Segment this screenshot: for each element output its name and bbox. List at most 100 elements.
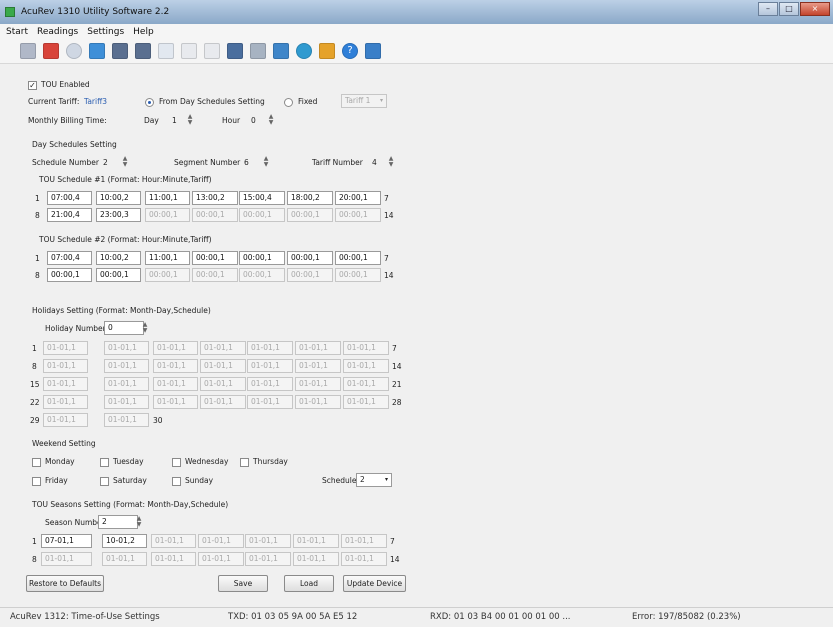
- schedule-field[interactable]: 13:00,2: [192, 191, 238, 205]
- sunday-checkbox[interactable]: Sunday: [172, 476, 213, 486]
- schedule-field[interactable]: 10:00,2: [96, 191, 141, 205]
- connect-icon[interactable]: [20, 43, 36, 59]
- fixed-label: Fixed: [298, 97, 318, 106]
- disconnect-icon[interactable]: [43, 43, 59, 59]
- holiday-field: 01-01,1: [200, 341, 246, 355]
- timer-icon[interactable]: [273, 43, 289, 59]
- season-field: 01-01,1: [151, 534, 196, 548]
- holiday-spinner-icon[interactable]: ▲ ▼: [140, 321, 150, 335]
- from-day-label: From Day Schedules Setting: [159, 97, 265, 106]
- schedule-field[interactable]: 11:00,1: [145, 251, 190, 265]
- close-button[interactable]: ×: [800, 2, 830, 16]
- schedule-field[interactable]: 07:00,4: [47, 191, 92, 205]
- friday-checkbox[interactable]: Friday: [32, 476, 68, 486]
- checkbox-box[interactable]: [32, 476, 41, 486]
- schedule-field[interactable]: 00:00,1: [239, 251, 285, 265]
- save-button[interactable]: Save: [218, 575, 268, 592]
- weekend-schedule-select[interactable]: 2 ▾: [356, 473, 392, 487]
- calendar-a-icon[interactable]: [181, 43, 197, 59]
- holiday-number-label: Holiday Number: [45, 324, 106, 333]
- checkbox-box[interactable]: ✓: [28, 80, 37, 90]
- meter-a-icon[interactable]: [112, 43, 128, 59]
- menu-readings[interactable]: Readings: [37, 27, 78, 37]
- exit-icon[interactable]: [365, 43, 381, 59]
- thursday-checkbox[interactable]: Thursday: [240, 457, 288, 467]
- device-icon[interactable]: [227, 43, 243, 59]
- load-button[interactable]: Load: [284, 575, 334, 592]
- maximize-button[interactable]: □: [779, 2, 799, 16]
- season-field[interactable]: 10-01,2: [102, 534, 147, 548]
- schedule-field[interactable]: 00:00,1: [96, 268, 141, 282]
- restore-defaults-button[interactable]: Restore to Defaults: [26, 575, 104, 592]
- tools-icon[interactable]: [250, 43, 266, 59]
- schedule-field[interactable]: 20:00,1: [335, 191, 381, 205]
- segment-number-value[interactable]: 6: [244, 158, 249, 167]
- season-field[interactable]: 07-01,1: [41, 534, 92, 548]
- clock-icon[interactable]: [296, 43, 312, 59]
- meter-b-icon[interactable]: [135, 43, 151, 59]
- fixed-tariff-select: Tariff 1 ▾: [341, 94, 387, 108]
- checkbox-box[interactable]: [32, 457, 41, 467]
- schedule-field[interactable]: 10:00,2: [96, 251, 141, 265]
- tou-enabled-checkbox[interactable]: ✓ TOU Enabled: [28, 80, 90, 90]
- radio-indicator[interactable]: [145, 97, 154, 107]
- billing-day-label: Day: [144, 116, 159, 125]
- update-device-button[interactable]: Update Device: [343, 575, 406, 592]
- seasons-heading: TOU Seasons Setting (Format: Month-Day,S…: [32, 500, 229, 509]
- minimize-button[interactable]: –: [758, 2, 778, 16]
- readings-icon[interactable]: [89, 43, 105, 59]
- checkbox-box[interactable]: [100, 476, 109, 486]
- export-icon[interactable]: [319, 43, 335, 59]
- tariff-number-value[interactable]: 4: [372, 158, 377, 167]
- hour-spinner-icon[interactable]: ▲ ▼: [266, 113, 276, 127]
- refresh-icon[interactable]: [66, 43, 82, 59]
- schedule-field[interactable]: 00:00,1: [47, 268, 92, 282]
- help-icon[interactable]: ?: [342, 43, 358, 59]
- row-start-index: 1: [35, 194, 40, 203]
- day-spinner-icon[interactable]: ▲ ▼: [185, 113, 195, 127]
- season-field: 01-01,1: [41, 552, 92, 566]
- schedule-number-value[interactable]: 2: [103, 158, 108, 167]
- schedule-field[interactable]: 00:00,1: [287, 251, 333, 265]
- tou-settings-panel: ✓ TOU Enabled Current Tariff: Tariff3 Fro…: [16, 76, 824, 604]
- radio-indicator[interactable]: [284, 97, 293, 107]
- checkbox-box[interactable]: [100, 457, 109, 467]
- season-number-field[interactable]: 2: [98, 515, 138, 529]
- status-error: Error: 197/85082 (0.23%): [632, 612, 741, 622]
- report-icon[interactable]: [158, 43, 174, 59]
- schedule-field[interactable]: 23:00,3: [96, 208, 141, 222]
- season-field: 01-01,1: [198, 534, 244, 548]
- holiday-field: 01-01,1: [295, 341, 341, 355]
- saturday-checkbox[interactable]: Saturday: [100, 476, 147, 486]
- day-schedules-heading: Day Schedules Setting: [32, 140, 117, 149]
- schedule-field[interactable]: 00:00,1: [335, 251, 381, 265]
- from-day-radio[interactable]: From Day Schedules Setting: [145, 97, 265, 107]
- monday-checkbox[interactable]: Monday: [32, 457, 75, 467]
- tuesday-checkbox[interactable]: Tuesday: [100, 457, 144, 467]
- menu-settings[interactable]: Settings: [87, 27, 124, 37]
- schedule-field[interactable]: 21:00,4: [47, 208, 92, 222]
- billing-day-value[interactable]: 1: [172, 116, 177, 125]
- schedule-field[interactable]: 00:00,1: [192, 251, 238, 265]
- schedule-field[interactable]: 15:00,4: [239, 191, 285, 205]
- schedule-field[interactable]: 18:00,2: [287, 191, 333, 205]
- schedule-field[interactable]: 11:00,1: [145, 191, 190, 205]
- segment-spinner-icon[interactable]: ▲ ▼: [261, 155, 271, 169]
- holiday-number-field[interactable]: 0: [104, 321, 144, 335]
- checkbox-box[interactable]: [240, 457, 249, 467]
- season-spinner-icon[interactable]: ▲ ▼: [134, 515, 144, 529]
- checkbox-box[interactable]: [172, 457, 181, 467]
- schedule-field[interactable]: 07:00,4: [47, 251, 92, 265]
- menu-help[interactable]: Help: [133, 27, 154, 37]
- menu-start[interactable]: Start: [6, 27, 28, 37]
- fixed-tariff-value: Tariff 1: [345, 96, 371, 105]
- holiday-field: 01-01,1: [43, 359, 88, 373]
- schedule-spinner-icon[interactable]: ▲ ▼: [120, 155, 130, 169]
- fixed-radio[interactable]: Fixed: [284, 97, 317, 107]
- tariff-spinner-icon[interactable]: ▲ ▼: [386, 155, 396, 169]
- checkbox-box[interactable]: [172, 476, 181, 486]
- holiday-field: 01-01,1: [247, 359, 293, 373]
- wednesday-checkbox[interactable]: Wednesday: [172, 457, 228, 467]
- billing-hour-value[interactable]: 0: [251, 116, 256, 125]
- calendar-b-icon[interactable]: [204, 43, 220, 59]
